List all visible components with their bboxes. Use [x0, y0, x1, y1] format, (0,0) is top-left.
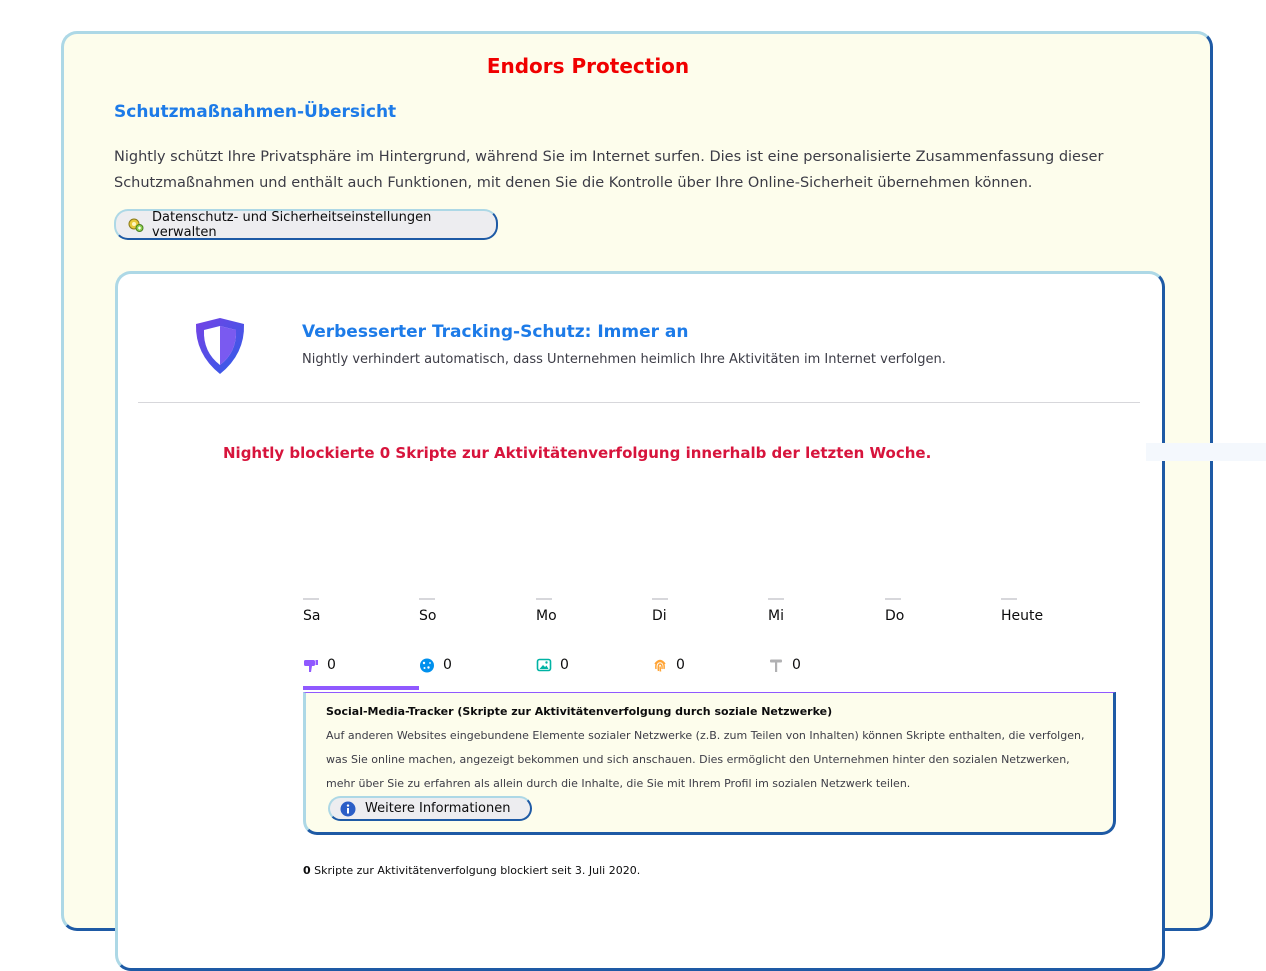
day-column: Mi: [768, 598, 848, 624]
cookie-icon: [419, 657, 435, 673]
day-label: Di: [652, 608, 667, 624]
page-title: Endors Protection: [486, 54, 690, 78]
tracker-tab[interactable]: 0: [303, 644, 419, 690]
tracker-count: 0: [443, 657, 452, 673]
tracker-info-panel: Social-Media-Tracker (Skripte zur Aktivi…: [303, 692, 1116, 835]
image-icon: [536, 657, 552, 673]
shield-icon: [193, 316, 247, 376]
day-column: Heute: [1001, 598, 1081, 624]
info-icon: [340, 801, 356, 817]
tracker-tab[interactable]: 0: [419, 644, 535, 690]
overview-intro: Nightly schützt Ihre Privatsphäre im Hin…: [114, 149, 1104, 191]
settings-icon: [128, 217, 144, 233]
tracker-count: 0: [676, 657, 685, 673]
blocked-since-note: 0 Skripte zur Aktivitätenverfolgung bloc…: [303, 864, 640, 877]
tracker-count: 0: [327, 657, 336, 673]
tracker-info-body: Auf anderen Websites eingebundene Elemen…: [326, 729, 1085, 790]
tracking-protection-card: Verbesserter Tracking-Schutz: Immer an N…: [115, 271, 1165, 971]
manage-settings-label: Datenschutz- und Sicherheitseinstellunge…: [152, 209, 432, 240]
more-info-label: Weitere Informationen: [365, 800, 511, 816]
day-label: Heute: [1001, 608, 1044, 624]
manage-settings-button[interactable]: Datenschutz- und Sicherheitseinstellunge…: [114, 209, 498, 240]
etp-title: Verbesserter Tracking-Schutz: Immer an: [302, 322, 689, 342]
day-column: So: [419, 598, 499, 624]
tracker-tab[interactable]: 0: [536, 644, 652, 690]
day-bar: [885, 598, 901, 600]
tracker-tab[interactable]: 0: [652, 644, 768, 690]
protection-panel: Endors Protection Schutzmaßnahmen-Übersi…: [61, 31, 1213, 971]
overview-heading: Schutzmaßnahmen-Übersicht: [114, 102, 397, 122]
day-label: Sa: [303, 608, 321, 624]
day-column: Do: [885, 598, 965, 624]
tracker-count: 0: [792, 657, 801, 673]
tracker-info-title: Social-Media-Tracker (Skripte zur Aktivi…: [326, 705, 833, 718]
more-info-button[interactable]: Weitere Informationen: [328, 796, 533, 821]
day-bar: [768, 598, 784, 600]
blocked-summary: Nightly blockierte 0 Skripte zur Aktivit…: [223, 444, 932, 462]
blocked-since-text: Skripte zur Aktivitätenverfolgung blocki…: [314, 864, 641, 877]
tracker-info-text: Auf anderen Websites eingebundene Elemen…: [326, 724, 1093, 821]
blocked-since-count: 0: [303, 864, 311, 877]
etp-description: Nightly verhindert automatisch, dass Unt…: [302, 352, 946, 367]
thumbs-down-icon: [303, 657, 319, 673]
tracker-tab[interactable]: 0: [768, 644, 884, 690]
day-bar: [1001, 598, 1017, 600]
day-column: Sa: [303, 598, 383, 624]
day-bar: [652, 598, 668, 600]
day-label: Mi: [768, 608, 784, 624]
fingerprint-icon: [652, 657, 668, 673]
tracker-count: 0: [560, 657, 569, 673]
divider: [138, 402, 1140, 403]
day-label: So: [419, 608, 437, 624]
day-bar: [419, 598, 435, 600]
day-column: Mo: [536, 598, 616, 624]
day-bar: [303, 598, 319, 600]
day-label: Mo: [536, 608, 557, 624]
day-bar: [536, 598, 552, 600]
hammer-icon: [768, 657, 784, 673]
day-label: Do: [885, 608, 905, 624]
day-column: Di: [652, 598, 732, 624]
faded-overlay-element: [1146, 443, 1266, 461]
